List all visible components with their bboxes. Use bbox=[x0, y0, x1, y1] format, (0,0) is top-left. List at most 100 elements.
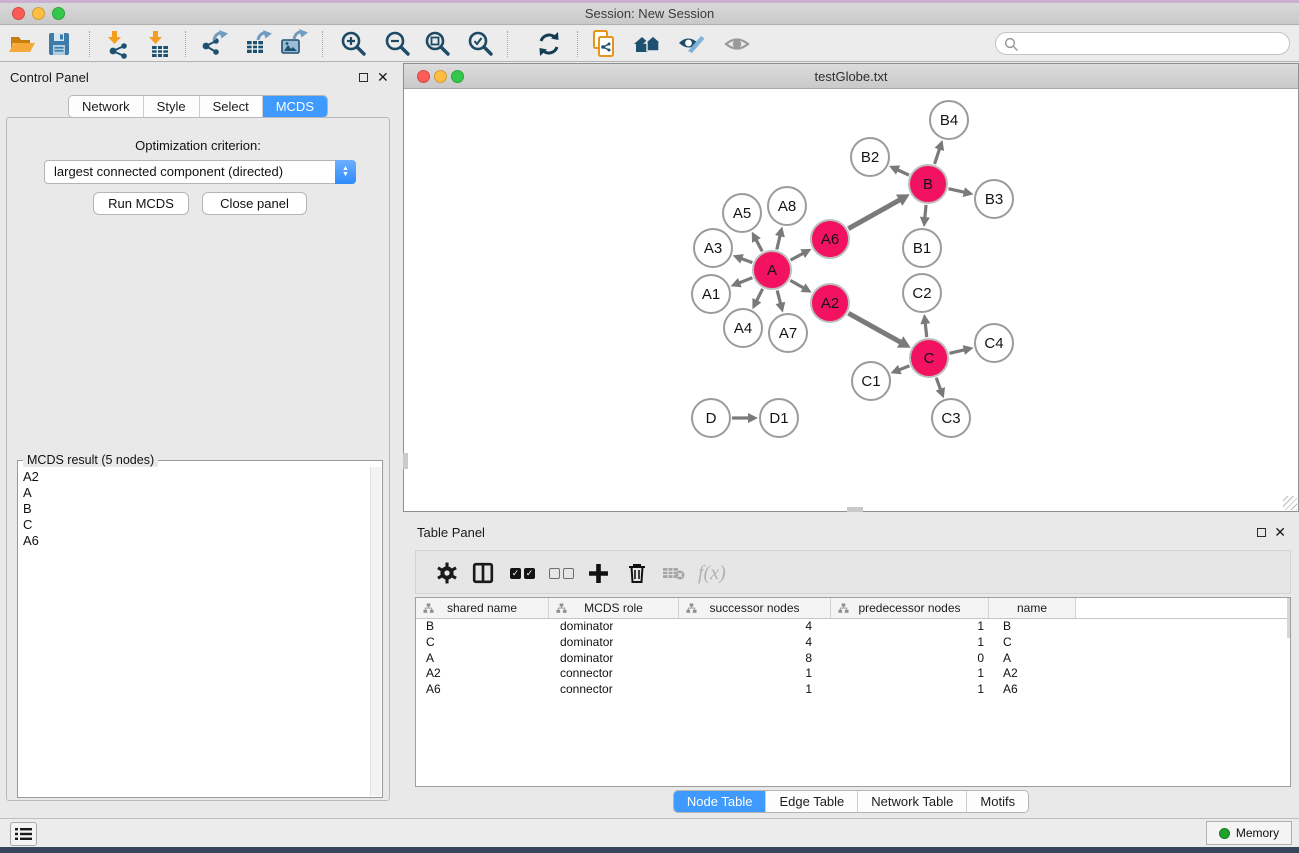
network-window-titlebar: testGlobe.txt bbox=[404, 64, 1298, 89]
resize-grip-icon[interactable] bbox=[1283, 496, 1297, 510]
open-session-icon[interactable] bbox=[7, 29, 37, 59]
tab-motifs[interactable]: Motifs bbox=[966, 791, 1028, 812]
mcds-result-item[interactable]: B bbox=[19, 501, 370, 517]
graph-edge-A2-C[interactable] bbox=[848, 313, 902, 343]
main-toolbar bbox=[0, 26, 1299, 62]
zoom-in-icon[interactable] bbox=[339, 29, 369, 59]
graph-edge-A-A2[interactable] bbox=[790, 280, 805, 288]
zoom-selected-icon[interactable] bbox=[466, 29, 496, 59]
table-panel-title: Table Panel bbox=[417, 525, 485, 540]
column-attribute-icon bbox=[686, 603, 697, 614]
column-attribute-icon bbox=[423, 603, 434, 614]
column-header-shared-name[interactable]: shared name bbox=[416, 598, 549, 618]
preview-style-icon[interactable] bbox=[676, 29, 706, 59]
close-panel-icon[interactable]: ✕ bbox=[1274, 527, 1286, 537]
graph-node-label: C2 bbox=[912, 285, 931, 302]
graph-node-label: A5 bbox=[733, 205, 751, 222]
graph-edge-B-B3[interactable] bbox=[948, 189, 965, 193]
table-row[interactable]: A2connector11A2 bbox=[416, 666, 1290, 682]
graph-edge-arrow-icon bbox=[920, 314, 930, 324]
graph-node-label: A2 bbox=[821, 295, 839, 312]
zoom-out-icon[interactable] bbox=[383, 29, 413, 59]
graph-edge-A-A6[interactable] bbox=[791, 253, 805, 260]
tab-network-table[interactable]: Network Table bbox=[857, 791, 966, 812]
select-all-checkboxes-icon[interactable]: ✓✓ bbox=[510, 561, 535, 585]
column-header-predecessor-nodes[interactable]: predecessor nodes bbox=[831, 598, 989, 618]
tab-network[interactable]: Network bbox=[69, 96, 143, 117]
network-canvas[interactable]: AA1A2A3A4A5A6A7A8BB1B2B3B4CC1C2C3C4DD1 bbox=[404, 89, 1298, 511]
graph-edge-B-B1[interactable] bbox=[925, 205, 926, 219]
graph-edge-A6-B[interactable] bbox=[848, 199, 901, 229]
import-table-icon[interactable] bbox=[144, 29, 174, 59]
table-scrollbar[interactable] bbox=[1287, 598, 1290, 638]
tab-edge-table[interactable]: Edge Table bbox=[765, 791, 857, 812]
clone-network-icon[interactable] bbox=[589, 29, 619, 59]
unselect-all-checkboxes-icon[interactable] bbox=[549, 561, 574, 585]
search-input[interactable] bbox=[995, 32, 1290, 55]
save-session-icon[interactable] bbox=[44, 29, 74, 59]
float-panel-icon[interactable] bbox=[359, 73, 368, 82]
tab-select[interactable]: Select bbox=[199, 96, 262, 117]
graph-edge-C-C2[interactable] bbox=[925, 322, 927, 337]
control-panel: Control Panel ✕ NetworkStyleSelectMCDS O… bbox=[0, 62, 396, 818]
graph-node-label: A bbox=[767, 262, 777, 279]
table-cell: 1 bbox=[679, 682, 831, 698]
export-image-icon[interactable] bbox=[278, 29, 308, 59]
function-builder-button: f(x) bbox=[698, 561, 726, 585]
graph-node-label: A1 bbox=[702, 286, 720, 303]
show-hide-graphics-icon[interactable] bbox=[722, 29, 752, 59]
table-cell: 4 bbox=[679, 619, 831, 635]
graph-edge-A-A1[interactable] bbox=[738, 278, 752, 284]
close-panel-icon[interactable]: ✕ bbox=[377, 72, 389, 82]
table-row[interactable]: Adominator80A bbox=[416, 651, 1290, 667]
column-header-name[interactable]: name bbox=[989, 598, 1076, 618]
float-panel-icon[interactable] bbox=[1257, 528, 1266, 537]
refresh-icon[interactable] bbox=[534, 29, 564, 59]
graph-edge-A-A4[interactable] bbox=[756, 289, 763, 302]
column-header-MCDS-role[interactable]: MCDS role bbox=[549, 598, 679, 618]
graph-edge-C-C3[interactable] bbox=[936, 378, 941, 391]
home-icon[interactable] bbox=[632, 29, 662, 59]
optimization-criterion-dropdown[interactable]: largest connected component (directed) ▲… bbox=[44, 160, 356, 184]
table-cell: 4 bbox=[679, 635, 831, 651]
dropdown-value: largest connected component (directed) bbox=[54, 164, 283, 179]
table-row[interactable]: Cdominator41C bbox=[416, 635, 1290, 651]
close-panel-button[interactable]: Close panel bbox=[202, 192, 307, 215]
columns-icon[interactable] bbox=[472, 561, 494, 585]
export-network-icon[interactable] bbox=[199, 29, 229, 59]
task-history-button[interactable] bbox=[10, 822, 37, 846]
tab-mcds[interactable]: MCDS bbox=[262, 96, 327, 117]
mcds-result-item[interactable]: A6 bbox=[19, 533, 370, 549]
graph-edge-C-C4[interactable] bbox=[949, 350, 965, 354]
tab-node-table[interactable]: Node Table bbox=[674, 791, 766, 812]
graph-edge-A-A8[interactable] bbox=[777, 234, 781, 249]
column-header-label: successor nodes bbox=[709, 601, 799, 615]
table-cell: C bbox=[989, 635, 1076, 651]
table-cell: connector bbox=[549, 666, 679, 682]
table-row[interactable]: Bdominator41B bbox=[416, 619, 1290, 635]
graph-edge-A-A5[interactable] bbox=[756, 239, 763, 252]
mcds-result-item[interactable]: A bbox=[19, 485, 370, 501]
import-network-icon[interactable] bbox=[103, 29, 133, 59]
graph-node-label: A8 bbox=[778, 198, 796, 215]
graph-edge-B-B4[interactable] bbox=[935, 148, 940, 164]
settings-gear-icon[interactable] bbox=[436, 561, 458, 585]
add-column-icon[interactable] bbox=[588, 561, 609, 585]
graph-edge-A-A7[interactable] bbox=[777, 290, 781, 305]
app-title: Session: New Session bbox=[0, 6, 1299, 21]
delete-column-trash-icon[interactable] bbox=[626, 561, 648, 585]
graph-edge-B-B2[interactable] bbox=[896, 169, 909, 175]
graph-node-label: B3 bbox=[985, 191, 1003, 208]
mcds-result-item[interactable]: C bbox=[19, 517, 370, 533]
mcds-result-list: A2ABCA6 bbox=[19, 469, 370, 796]
memory-button[interactable]: Memory bbox=[1206, 821, 1292, 845]
mcds-result-scrollbar[interactable] bbox=[370, 467, 381, 796]
graph-node-label: A4 bbox=[734, 320, 752, 337]
export-table-icon[interactable] bbox=[243, 29, 273, 59]
tab-style[interactable]: Style bbox=[143, 96, 199, 117]
run-mcds-button[interactable]: Run MCDS bbox=[93, 192, 189, 215]
column-header-successor-nodes[interactable]: successor nodes bbox=[679, 598, 831, 618]
table-row[interactable]: A6connector11A6 bbox=[416, 682, 1290, 698]
mcds-result-item[interactable]: A2 bbox=[19, 469, 370, 485]
zoom-fit-icon[interactable] bbox=[423, 29, 453, 59]
